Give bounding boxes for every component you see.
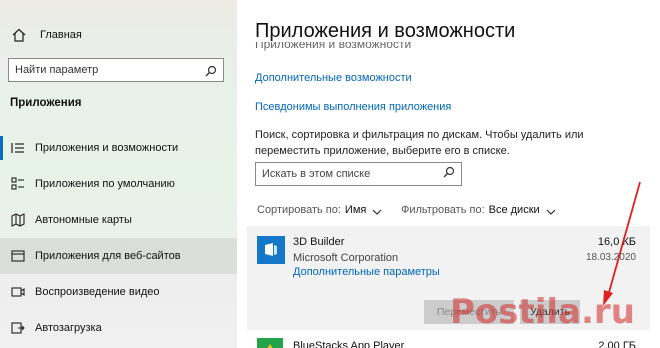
settings-sidebar: Главная Найти параметр Приложения Прилож… — [0, 0, 237, 348]
app-name: BlueStacks App Player — [293, 340, 405, 348]
section-title: Приложения — [10, 97, 82, 109]
3d-builder-app-icon — [257, 236, 285, 264]
default-apps-icon — [9, 175, 27, 193]
sidebar-item-label: Приложения и возможности — [35, 142, 179, 154]
sidebar-item-apps-features[interactable]: Приложения и возможности — [0, 130, 237, 166]
sort-dropdown[interactable]: Сортировать по: Имя — [257, 204, 382, 216]
app-list-search-input[interactable]: Искать в этом списке — [255, 162, 462, 186]
filter-dropdown[interactable]: Фильтровать по: Все диски — [401, 204, 556, 216]
filter-label: Фильтровать по: — [401, 204, 485, 216]
search-icon — [443, 165, 455, 183]
chevron-down-icon — [546, 207, 556, 215]
app-execution-aliases-link[interactable]: Псевдонимы выполнения приложения — [255, 101, 451, 113]
app-install-date: 18.03.2020 — [585, 252, 636, 263]
home-nav-item[interactable]: Главная — [10, 24, 82, 46]
app-size: 16,0 КБ — [597, 236, 636, 248]
sort-value: Имя — [344, 204, 367, 216]
scrolled-heading-text: Приложения и возможности — [255, 42, 412, 51]
sidebar-item-label: Автономные карты — [35, 214, 132, 226]
sidebar-item-web-apps[interactable]: Приложения для веб-сайтов — [0, 238, 237, 274]
sidebar-item-default-apps[interactable]: Приложения по умолчанию — [0, 166, 237, 202]
app-list-item[interactable]: BlueStacks App Player 2,00 ГБ — [247, 332, 650, 348]
chevron-down-icon — [372, 207, 382, 215]
list-icon — [9, 139, 27, 157]
sidebar-item-offline-maps[interactable]: Автономные карты — [0, 202, 237, 238]
home-icon — [10, 26, 28, 44]
app-list-search-placeholder: Искать в этом списке — [262, 168, 371, 180]
home-label: Главная — [40, 29, 82, 41]
app-size: 2,00 ГБ — [598, 340, 636, 348]
sidebar-item-label: Приложения для веб-сайтов — [35, 250, 181, 262]
startup-icon — [9, 319, 27, 337]
search-icon — [205, 64, 217, 77]
advanced-options-link[interactable]: Дополнительные параметры — [293, 266, 440, 278]
page-title: Приложения и возможности — [255, 20, 516, 42]
web-apps-icon — [9, 247, 27, 265]
sort-label: Сортировать по: — [257, 204, 341, 216]
settings-search-input[interactable]: Найти параметр — [8, 58, 224, 82]
filter-value: Все диски — [488, 204, 540, 216]
app-name: 3D Builder — [293, 236, 345, 248]
map-icon — [9, 211, 27, 229]
settings-search-placeholder: Найти параметр — [15, 64, 99, 76]
optional-features-link[interactable]: Дополнительные возможности — [255, 72, 412, 84]
sidebar-item-video-playback[interactable]: Воспроизведение видео — [0, 274, 237, 310]
scrolled-heading: Приложения и возможности — [255, 42, 411, 51]
sidebar-item-label: Автозагрузка — [35, 322, 102, 334]
description-text: Поиск, сортировка и фильтрация по дискам… — [255, 129, 584, 157]
sidebar-item-label: Приложения по умолчанию — [35, 178, 175, 190]
video-icon — [9, 283, 27, 301]
app-publisher: Microsoft Corporation — [293, 252, 399, 264]
watermark: Postila.ru — [450, 292, 635, 332]
bluestacks-app-icon — [257, 338, 283, 348]
sidebar-item-startup[interactable]: Автозагрузка — [0, 310, 237, 346]
sidebar-item-label: Воспроизведение видео — [35, 286, 160, 298]
